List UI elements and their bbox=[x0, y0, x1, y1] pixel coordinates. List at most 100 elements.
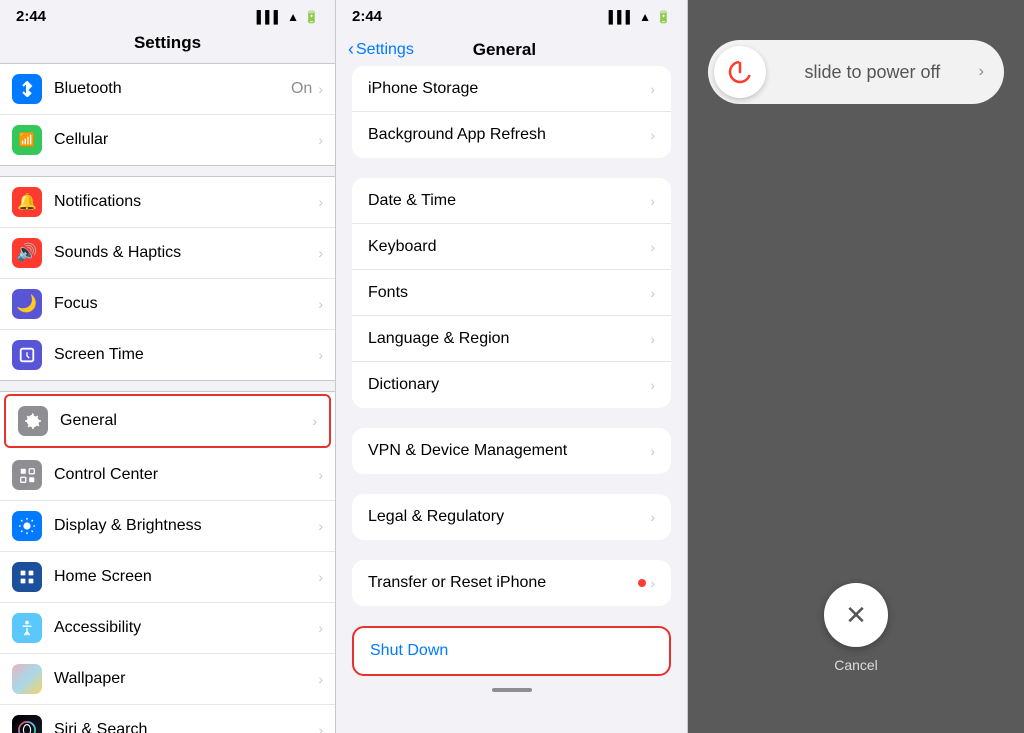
general-group-locale: Date & Time › Keyboard › Fonts › Languag… bbox=[352, 178, 671, 408]
bluetooth-label: Bluetooth bbox=[54, 80, 291, 98]
homescreen-icon bbox=[12, 562, 42, 592]
settings-row-general[interactable]: General › bbox=[4, 394, 331, 448]
iphone-storage-chevron: › bbox=[650, 81, 655, 97]
shutdown-row[interactable]: Shut Down bbox=[352, 626, 671, 676]
cancel-label: Cancel bbox=[834, 657, 878, 673]
settings-row-accessibility[interactable]: Accessibility › bbox=[0, 603, 335, 654]
sounds-icon: 🔊 bbox=[12, 238, 42, 268]
dictionary-chevron: › bbox=[650, 377, 655, 393]
general-row-fonts[interactable]: Fonts › bbox=[352, 270, 671, 316]
datetime-chevron: › bbox=[650, 193, 655, 209]
status-bar-middle: 2:44 ▌▌▌ ▲ 🔋 bbox=[336, 0, 687, 29]
cancel-x-icon: ✕ bbox=[845, 602, 867, 628]
homescreen-chevron: › bbox=[318, 569, 323, 585]
general-group-legal: Legal & Regulatory › bbox=[352, 494, 671, 540]
settings-panel: 2:44 ▌▌▌ ▲ 🔋 Settings Bluetooth On › 📶 C bbox=[0, 0, 336, 733]
transfer-notification-dot bbox=[638, 579, 646, 587]
shutdown-container: Shut Down bbox=[352, 626, 671, 676]
siri-chevron: › bbox=[318, 722, 323, 733]
settings-row-cellular[interactable]: 📶 Cellular › bbox=[0, 115, 335, 165]
screentime-icon bbox=[12, 340, 42, 370]
status-bar-left: 2:44 ▌▌▌ ▲ 🔋 bbox=[0, 0, 335, 29]
settings-row-wallpaper[interactable]: Wallpaper › bbox=[0, 654, 335, 705]
bg-refresh-chevron: › bbox=[650, 127, 655, 143]
power-off-slider[interactable]: slide to power off › bbox=[708, 40, 1004, 104]
general-title: General bbox=[414, 40, 595, 60]
scroll-indicator bbox=[492, 688, 532, 692]
general-row-vpn[interactable]: VPN & Device Management › bbox=[352, 428, 671, 474]
status-icons-middle: ▌▌▌ ▲ 🔋 bbox=[609, 10, 671, 24]
settings-row-homescreen[interactable]: Home Screen › bbox=[0, 552, 335, 603]
battery-icon: 🔋 bbox=[304, 10, 319, 24]
bg-refresh-label: Background App Refresh bbox=[368, 126, 650, 144]
display-chevron: › bbox=[318, 518, 323, 534]
cancel-button[interactable]: ✕ bbox=[824, 583, 888, 647]
controlcenter-label: Control Center bbox=[54, 466, 318, 484]
settings-row-sounds[interactable]: 🔊 Sounds & Haptics › bbox=[0, 228, 335, 279]
fonts-label: Fonts bbox=[368, 284, 650, 302]
bluetooth-chevron: › bbox=[318, 81, 323, 97]
slide-to-power-off-text: slide to power off bbox=[778, 62, 967, 83]
time-middle: 2:44 bbox=[352, 8, 382, 25]
general-row-transfer[interactable]: Transfer or Reset iPhone › bbox=[352, 560, 671, 606]
wifi-icon: ▲ bbox=[287, 10, 299, 24]
bluetooth-value: On bbox=[291, 80, 312, 98]
accessibility-label: Accessibility bbox=[54, 619, 318, 637]
general-chevron: › bbox=[312, 413, 317, 429]
siri-icon bbox=[12, 715, 42, 733]
general-row-language[interactable]: Language & Region › bbox=[352, 316, 671, 362]
back-label: Settings bbox=[356, 41, 414, 59]
keyboard-label: Keyboard bbox=[368, 238, 650, 256]
settings-row-display[interactable]: Display & Brightness › bbox=[0, 501, 335, 552]
iphone-storage-label: iPhone Storage bbox=[368, 80, 650, 98]
settings-row-bluetooth[interactable]: Bluetooth On › bbox=[0, 64, 335, 115]
general-row-keyboard[interactable]: Keyboard › bbox=[352, 224, 671, 270]
settings-list: Bluetooth On › 📶 Cellular › 🔔 Notificati… bbox=[0, 63, 335, 733]
back-button[interactable]: ‹ Settings bbox=[348, 39, 414, 60]
settings-row-notifications[interactable]: 🔔 Notifications › bbox=[0, 177, 335, 228]
settings-group-connectivity: Bluetooth On › 📶 Cellular › bbox=[0, 63, 335, 166]
accessibility-chevron: › bbox=[318, 620, 323, 636]
power-off-panel: slide to power off › ✕ Cancel bbox=[688, 0, 1024, 733]
controlcenter-icon bbox=[12, 460, 42, 490]
transfer-chevron: › bbox=[650, 575, 655, 591]
general-panel: 2:44 ▌▌▌ ▲ 🔋 ‹ Settings General iPhone S… bbox=[336, 0, 688, 733]
cellular-chevron: › bbox=[318, 132, 323, 148]
power-icon bbox=[727, 59, 753, 85]
focus-label: Focus bbox=[54, 295, 318, 313]
controlcenter-chevron: › bbox=[318, 467, 323, 483]
wallpaper-icon bbox=[12, 664, 42, 694]
settings-row-screentime[interactable]: Screen Time › bbox=[0, 330, 335, 380]
general-row-dictionary[interactable]: Dictionary › bbox=[352, 362, 671, 408]
general-row-legal[interactable]: Legal & Regulatory › bbox=[352, 494, 671, 540]
general-row-iphone-storage[interactable]: iPhone Storage › bbox=[352, 66, 671, 112]
general-row-bg-refresh[interactable]: Background App Refresh › bbox=[352, 112, 671, 158]
language-chevron: › bbox=[650, 331, 655, 347]
settings-row-controlcenter[interactable]: Control Center › bbox=[0, 450, 335, 501]
vpn-chevron: › bbox=[650, 443, 655, 459]
back-chevron-icon: ‹ bbox=[348, 39, 354, 60]
settings-group-notifications: 🔔 Notifications › 🔊 Sounds & Haptics › 🌙… bbox=[0, 176, 335, 381]
general-row-datetime[interactable]: Date & Time › bbox=[352, 178, 671, 224]
datetime-label: Date & Time bbox=[368, 192, 650, 210]
notifications-label: Notifications bbox=[54, 193, 318, 211]
homescreen-label: Home Screen bbox=[54, 568, 318, 586]
sounds-label: Sounds & Haptics bbox=[54, 244, 318, 262]
settings-row-focus[interactable]: 🌙 Focus › bbox=[0, 279, 335, 330]
signal-icon-mid: ▌▌▌ bbox=[609, 10, 635, 24]
wallpaper-label: Wallpaper bbox=[54, 670, 318, 688]
general-group-vpn: VPN & Device Management › bbox=[352, 428, 671, 474]
legal-chevron: › bbox=[650, 509, 655, 525]
bluetooth-icon bbox=[12, 74, 42, 104]
language-label: Language & Region bbox=[368, 330, 650, 348]
shutdown-label: Shut Down bbox=[370, 642, 448, 660]
sounds-chevron: › bbox=[318, 245, 323, 261]
accessibility-icon bbox=[12, 613, 42, 643]
general-list: iPhone Storage › Background App Refresh … bbox=[336, 66, 687, 733]
cancel-area: ✕ Cancel bbox=[824, 583, 888, 673]
power-button-circle bbox=[714, 46, 766, 98]
dictionary-label: Dictionary bbox=[368, 376, 650, 394]
fonts-chevron: › bbox=[650, 285, 655, 301]
settings-row-siri[interactable]: Siri & Search › bbox=[0, 705, 335, 733]
notifications-chevron: › bbox=[318, 194, 323, 210]
